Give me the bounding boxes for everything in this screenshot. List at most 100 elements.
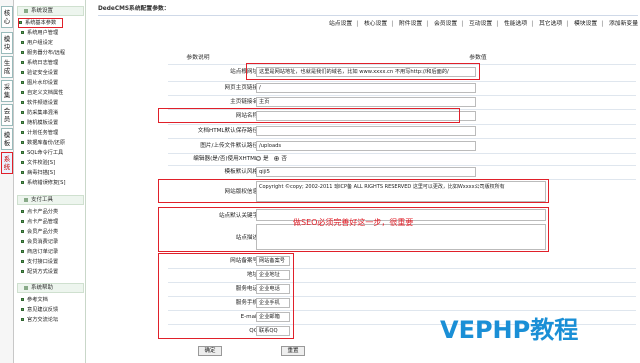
tab-separator: | [426,21,429,27]
bullet-icon [21,318,24,321]
sidebar-item[interactable]: 计划任务管理 [21,129,58,137]
bullet-icon [21,161,24,164]
bullet-icon [21,41,24,44]
divider [168,124,636,125]
sidebar-item[interactable]: 支付接口设置 [21,258,58,266]
homepage-name-field[interactable]: 主页 [256,97,476,107]
vtab-core[interactable]: 核 心 [1,6,13,28]
bullet-icon [21,51,24,54]
bullet-icon [21,71,24,74]
reset-button[interactable]: 重置 [281,346,305,356]
sidebar-item[interactable]: 用户组设定 [21,39,53,47]
tab-member[interactable]: 会员设置 [434,21,457,27]
radio-no[interactable] [274,156,280,161]
seo-note: 做SEO必须完善好这一步，很重要 [293,218,414,227]
bullet-icon [21,250,24,253]
highlight-box [246,63,480,80]
tab-module[interactable]: 模块设置 [574,21,597,27]
tab-core[interactable]: 核心设置 [364,21,387,27]
sidebar-item[interactable]: 防采集串混淆 [21,109,58,117]
submit-button[interactable]: 确定 [198,346,222,356]
homepage-link-field[interactable]: / [256,83,476,93]
upload-path-field[interactable]: /uploads [256,141,476,151]
tab-separator: | [356,21,359,27]
bullet-icon [21,141,24,144]
divider [168,81,636,82]
vertical-tab-strip: 核 心 模 块 生 成 采 集 会 员 模 板 系 统 [0,0,14,363]
divider [168,138,636,139]
sidebar-item[interactable]: 系统日志管理 [21,59,58,67]
bullet-icon [21,151,24,154]
column-header-param: 参数说明 [186,55,210,61]
sidebar-item[interactable]: SQL命令行工具 [21,149,63,157]
tab-add-variable[interactable]: 添加新变量 [609,21,638,27]
sidebar-item[interactable]: 软件频道设置 [21,99,58,107]
sidebar-item[interactable]: 意见建议反馈 [21,306,58,314]
sidebar-item[interactable]: 图片水印设置 [21,79,58,87]
vtab-module[interactable]: 模 块 [1,32,13,54]
sidebar-item[interactable]: 点卡产品管理 [21,218,58,226]
bullet-icon [21,91,24,94]
tab-site[interactable]: 站点设置 [329,21,352,27]
bullet-icon [21,210,24,213]
bullet-icon [21,240,24,243]
sidebar-item[interactable]: 系统用户管理 [21,29,58,37]
sidebar-item[interactable]: 会员消费记录 [21,238,58,246]
sidebar-item[interactable]: 官方交流论坛 [21,316,58,324]
vtab-generate[interactable]: 生 成 [1,56,13,78]
bullet-icon [21,81,24,84]
bullet-icon [21,101,24,104]
radio-yes[interactable] [256,156,261,161]
sidebar-item[interactable]: 点卡产品分类 [21,208,58,216]
html-path-field[interactable] [256,126,476,136]
sidebar-item[interactable]: 配货方式设置 [21,268,58,276]
label-template-style: 模板默认风格: [224,169,260,175]
sidebar-item[interactable]: 参考文档 [21,296,48,304]
label-homepage-name: 主页链接名: [230,99,260,105]
tab-separator: | [566,21,569,27]
section-bullet-icon [24,8,28,13]
tab-other[interactable]: 其它选项 [539,21,562,27]
label-xhtml: 编辑器(是/否)使用XHTML: [193,156,260,162]
tab-separator: | [531,21,534,27]
bullet-icon [21,181,24,184]
vtab-system[interactable]: 系 统 [1,152,13,174]
tab-separator: | [461,21,464,27]
tab-interaction[interactable]: 互动设置 [469,21,492,27]
tab-attachment[interactable]: 附件设置 [399,21,422,27]
highlight-box [158,108,460,123]
sidebar-item[interactable]: 验证安全设置 [21,69,58,77]
sidebar-item[interactable]: 随机模板设置 [21,119,58,127]
sidebar-item[interactable]: 自定义文档属性 [21,89,63,97]
bullet-icon [21,171,24,174]
sidebar-section-payment[interactable]: 支付工具 [17,195,84,205]
bullet-icon [21,111,24,114]
bullet-icon [21,220,24,223]
template-style-field[interactable]: qiji5 [256,167,476,177]
tab-separator: | [496,21,499,27]
watermark-logo: VEPHP教程 [440,316,579,344]
sidebar-item[interactable]: 商店订单记录 [21,248,58,256]
sidebar-item-basic-params[interactable]: 系统基本参数 [17,18,64,28]
main-panel: DedeCMS系统配置参数： 站点设置 | 核心设置 | 附件设置 | 会员设置 | 互… [88,0,640,363]
sidebar-item[interactable]: 数据库备份/还原 [21,139,65,147]
bullet-icon [19,21,22,24]
highlight-box [158,253,294,339]
sidebar-item[interactable]: 服务器分布/远程 [21,49,65,57]
sidebar-section-system-settings[interactable]: 系统设置 [17,6,84,16]
vtab-template[interactable]: 模 板 [1,128,13,150]
sidebar-item[interactable]: 病毒扫描[S] [21,169,55,177]
vtab-member[interactable]: 会 员 [1,104,13,126]
sidebar-item[interactable]: 系统错误修复[S] [21,179,65,187]
section-bullet-icon [24,285,28,290]
vtab-collect[interactable]: 采 集 [1,80,13,102]
column-header-value: 参数值 [469,55,487,61]
sidebar-section-help[interactable]: 系统帮助 [17,283,84,293]
sidebar-item[interactable]: 会员产品分类 [21,228,58,236]
bullet-icon [21,121,24,124]
tab-performance[interactable]: 性能选项 [504,21,527,27]
bullet-icon [21,308,24,311]
sidebar-item[interactable]: 文件校验[S] [21,159,55,167]
bullet-icon [21,61,24,64]
bullet-icon [21,260,24,263]
